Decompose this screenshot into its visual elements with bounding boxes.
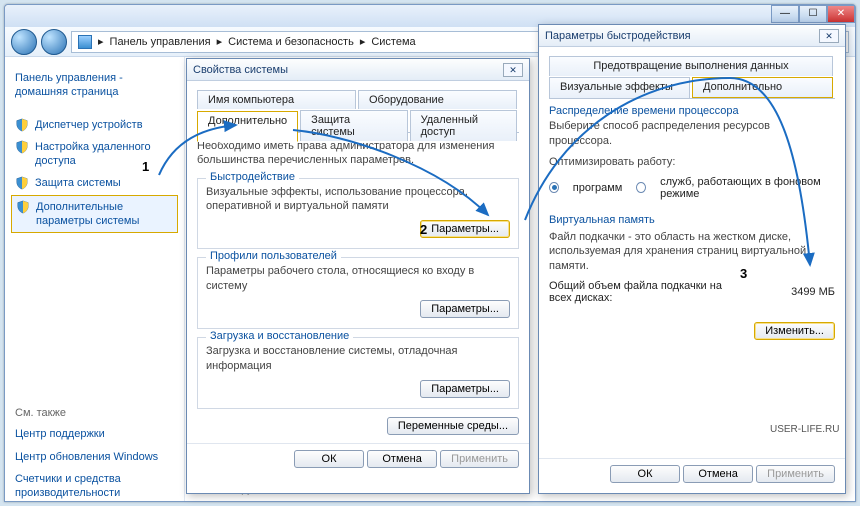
- shield-icon: [15, 176, 29, 190]
- crumb-system-security[interactable]: Система и безопасность: [228, 36, 354, 48]
- tab-advanced[interactable]: Дополнительно: [692, 77, 833, 98]
- ok-button[interactable]: ОК: [294, 450, 364, 468]
- sidebar-home-label: Панель управления - домашняя страница: [15, 71, 123, 100]
- see-also-windows-update[interactable]: Центр обновления Windows: [11, 446, 178, 468]
- shield-icon: [15, 118, 29, 132]
- system-properties-dialog: Свойства системы ✕ Имя компьютера Оборуд…: [186, 58, 530, 494]
- sidebar: Панель управления - домашняя страница Ди…: [5, 57, 185, 501]
- tab-computer-name[interactable]: Имя компьютера: [197, 90, 356, 109]
- dialog-footer: ОК Отмена Применить: [539, 458, 845, 493]
- radio-programs[interactable]: [549, 182, 559, 193]
- computer-icon: [78, 35, 92, 49]
- crumb-sep: ▸: [360, 35, 366, 48]
- apply-button[interactable]: Применить: [440, 450, 519, 468]
- performance-legend: Быстродействие: [206, 171, 299, 183]
- optimize-label: Оптимизировать работу:: [549, 155, 835, 170]
- startup-desc: Загрузка и восстановление системы, отлад…: [206, 344, 510, 374]
- close-button[interactable]: ✕: [827, 5, 855, 23]
- tab-hardware[interactable]: Оборудование: [358, 90, 517, 109]
- sidebar-device-manager[interactable]: Диспетчер устройств: [11, 114, 178, 136]
- ok-button[interactable]: ОК: [610, 465, 680, 483]
- see-also-label: Центр поддержки: [15, 427, 105, 441]
- crumb-sep: ▸: [98, 35, 104, 48]
- profiles-settings-button[interactable]: Параметры...: [420, 300, 510, 318]
- admin-rights-note: Необходимо иметь права администратора дл…: [197, 139, 519, 168]
- vm-legend: Виртуальная память: [549, 214, 835, 226]
- watermark: USER-LIFE.RU: [770, 424, 839, 435]
- dialog-titlebar: Свойства системы ✕: [187, 59, 529, 81]
- startup-legend: Загрузка и восстановление: [206, 330, 353, 342]
- see-also-label: Центр обновления Windows: [15, 450, 158, 464]
- sidebar-item-label: Защита системы: [35, 176, 121, 190]
- performance-group: Быстродействие Визуальные эффекты, испол…: [197, 178, 519, 250]
- dialog-close-button[interactable]: ✕: [503, 63, 523, 77]
- tabs: Имя компьютера Оборудование Дополнительн…: [197, 89, 519, 133]
- shield-icon: [16, 200, 30, 214]
- see-also-heading: См. также: [11, 403, 178, 423]
- tab-dep[interactable]: Предотвращение выполнения данных: [549, 56, 833, 76]
- crumb-control-panel[interactable]: Панель управления: [110, 36, 211, 48]
- cpu-heading: Распределение времени процессора: [549, 105, 835, 117]
- vm-total-value: 3499 МБ: [791, 286, 835, 298]
- profiles-legend: Профили пользователей: [206, 250, 341, 262]
- tabs: Предотвращение выполнения данных Визуаль…: [549, 55, 835, 99]
- annotation-3: 3: [740, 266, 747, 281]
- see-also-perf-tools[interactable]: Счетчики и средства производительности: [11, 468, 178, 505]
- sidebar-item-label: Дополнительные параметры системы: [36, 200, 173, 229]
- env-vars-button[interactable]: Переменные среды...: [387, 417, 519, 435]
- startup-settings-button[interactable]: Параметры...: [420, 380, 510, 398]
- sidebar-item-label: Настройка удаленного доступа: [35, 140, 174, 169]
- dialog-title: Параметры быстродействия: [545, 30, 691, 42]
- virtual-memory-group: Виртуальная память Файл подкачки - это о…: [549, 214, 835, 341]
- maximize-button[interactable]: ☐: [799, 5, 827, 23]
- crumb-system[interactable]: Система: [371, 36, 415, 48]
- annotation-1: 1: [142, 159, 149, 174]
- minimize-button[interactable]: —: [771, 5, 799, 23]
- cpu-desc: Выберите способ распределения ресурсов п…: [549, 119, 835, 149]
- performance-desc: Визуальные эффекты, использование процес…: [206, 185, 510, 215]
- sidebar-system-protection[interactable]: Защита системы: [11, 172, 178, 194]
- cancel-button[interactable]: Отмена: [683, 465, 753, 483]
- profiles-desc: Параметры рабочего стола, относящиеся ко…: [206, 264, 510, 294]
- see-also-action-center[interactable]: Центр поддержки: [11, 423, 178, 445]
- dialog-footer: ОК Отмена Применить: [187, 443, 529, 478]
- profiles-group: Профили пользователей Параметры рабочего…: [197, 257, 519, 329]
- sidebar-item-label: Диспетчер устройств: [35, 118, 143, 132]
- vm-change-button[interactable]: Изменить...: [754, 322, 835, 340]
- radio-programs-label: программ: [573, 182, 623, 194]
- see-also-label: Счетчики и средства производительности: [15, 472, 174, 501]
- sidebar-remote-settings[interactable]: Настройка удаленного доступа: [11, 136, 178, 173]
- dialog-close-button[interactable]: ✕: [819, 29, 839, 43]
- forward-button[interactable]: [41, 29, 67, 55]
- apply-button[interactable]: Применить: [756, 465, 835, 483]
- sidebar-advanced-settings[interactable]: Дополнительные параметры системы: [11, 195, 178, 234]
- tab-visual-effects[interactable]: Визуальные эффекты: [549, 77, 690, 98]
- cancel-button[interactable]: Отмена: [367, 450, 437, 468]
- tab-advanced[interactable]: Дополнительно: [197, 111, 298, 142]
- vm-total-label: Общий объем файла подкачки на всех диска…: [549, 280, 739, 304]
- startup-recovery-group: Загрузка и восстановление Загрузка и вос…: [197, 337, 519, 409]
- tab-system-protection[interactable]: Защита системы: [300, 110, 407, 141]
- vm-desc: Файл подкачки - это область на жестком д…: [549, 230, 835, 275]
- crumb-sep: ▸: [217, 35, 223, 48]
- shield-icon: [15, 140, 29, 154]
- back-button[interactable]: [11, 29, 37, 55]
- dialog-title: Свойства системы: [193, 64, 288, 76]
- radio-services-label: служб, работающих в фоновом режиме: [660, 176, 835, 200]
- sidebar-home-link[interactable]: Панель управления - домашняя страница: [11, 67, 178, 104]
- annotation-2: 2: [420, 222, 427, 237]
- performance-settings-button[interactable]: Параметры...: [420, 220, 510, 238]
- tab-remote[interactable]: Удаленный доступ: [410, 110, 517, 141]
- dialog-titlebar: Параметры быстродействия ✕: [539, 25, 845, 47]
- radio-services[interactable]: [636, 182, 646, 193]
